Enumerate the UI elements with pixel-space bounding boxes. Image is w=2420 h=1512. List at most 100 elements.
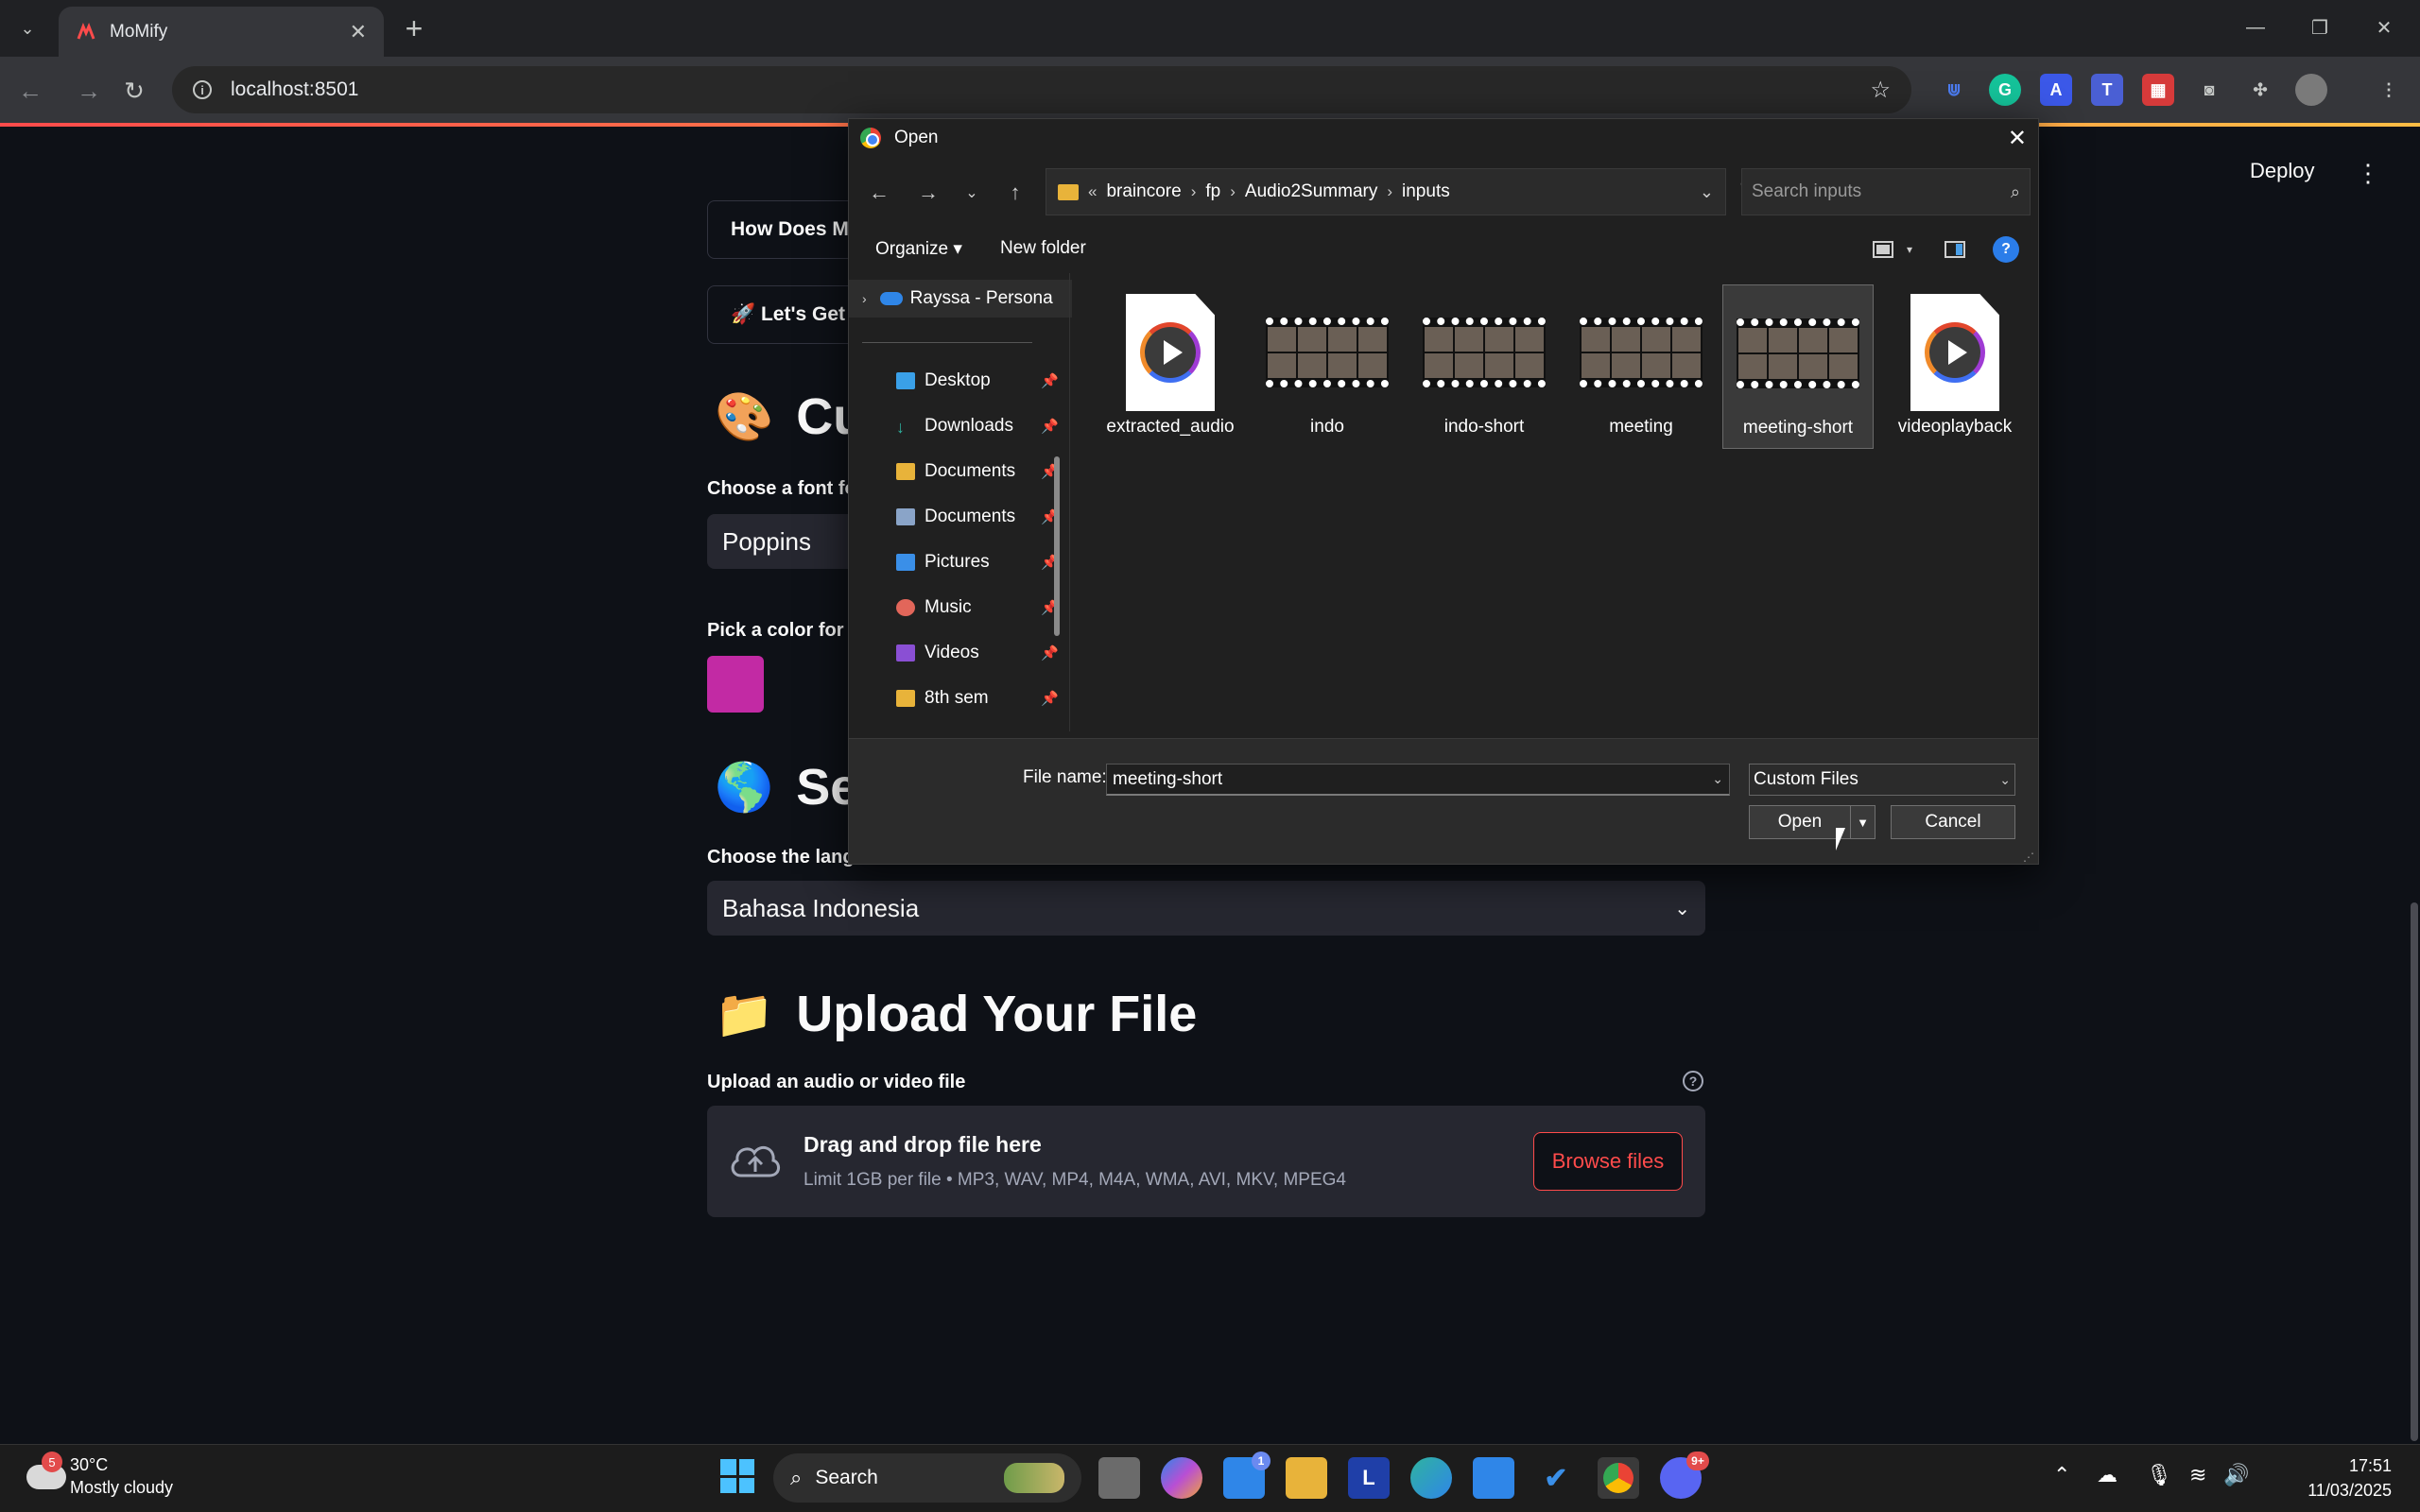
browser-menu-icon[interactable]: ⋮ [2373,74,2405,106]
dialog-address-bar[interactable]: « braincore › fp › Audio2Summary › input… [1046,168,1726,215]
pin-icon: 📌 [1041,645,1059,662]
new-tab-icon[interactable]: + [397,11,431,45]
restore-icon[interactable]: ❐ [2288,0,2352,55]
forward-icon[interactable]: → [70,72,108,110]
windows-start-icon[interactable] [720,1459,754,1493]
file-item[interactable]: meeting [1565,284,1717,449]
dialog-close-icon[interactable]: ✕ [2008,125,2027,152]
breadcrumb-item[interactable]: fp [1205,181,1220,202]
cancel-button[interactable]: Cancel [1891,805,2015,839]
site-info-icon[interactable]: i [193,80,212,99]
nav-item-documents[interactable]: Documents 📌 [851,451,1068,492]
breadcrumb-item[interactable]: braincore [1106,181,1181,202]
browser-tab[interactable]: MoMify ✕ [59,7,384,57]
nav-item-label: Documents [925,461,1016,481]
open-options-chevron-icon[interactable]: ▼ [1851,805,1876,839]
breadcrumb-item[interactable]: Audio2Summary [1245,181,1377,202]
video-thumbnail [1580,296,1703,409]
language-select[interactable]: Bahasa Indonesia ⌄ [707,881,1705,936]
tray-overflow-icon[interactable]: ⌃ [2053,1463,2070,1487]
nav-item-documents-2[interactable]: Documents 📌 [851,496,1068,538]
weather-widget[interactable]: 5 30°C Mostly cloudy [23,1452,212,1504]
todo-check-icon[interactable]: ✔ [1535,1457,1577,1499]
change-view-icon[interactable] [1870,236,1896,263]
page-scrollbar[interactable] [2411,902,2418,1441]
chevron-down-icon[interactable]: ⌄ [1712,771,1723,787]
close-window-icon[interactable]: ✕ [2352,0,2416,55]
file-item[interactable]: indo [1252,284,1403,449]
teams-extension-icon[interactable]: T [2091,74,2123,106]
help-icon[interactable]: ? [1683,1071,1703,1091]
minimize-icon[interactable]: — [2223,0,2288,55]
file-item[interactable]: indo-short [1409,284,1560,449]
nav-item-8th-sem[interactable]: 8th sem 📌 [851,678,1068,719]
volume-icon[interactable]: 🔊 [2223,1463,2249,1487]
drag-drop-text: Drag and drop file here [804,1132,1042,1157]
file-name-input[interactable]: meeting-short ⌄ [1106,764,1730,796]
extension-blue-icon[interactable]: ⋓ [1938,74,1970,106]
nav-item-label: 8th sem [925,688,989,708]
file-item[interactable]: videoplayback [1879,284,2031,449]
nav-scrollbar[interactable] [1054,456,1060,636]
reload-icon[interactable]: ↻ [115,72,153,110]
browse-files-button[interactable]: Browse files [1533,1132,1683,1191]
help-icon[interactable]: ? [1993,236,2019,263]
color-picker-swatch[interactable] [707,656,764,713]
microsoft-store-icon[interactable]: 1 [1223,1452,1270,1499]
microphone-icon[interactable]: 🎙 [2146,1463,2172,1487]
nav-item-videos[interactable]: Videos 📌 [851,632,1068,674]
resize-grip-icon[interactable]: ⋰ [2023,850,2034,864]
profile-avatar[interactable] [2295,74,2327,106]
store-bag-icon[interactable] [1473,1457,1514,1499]
extensions-puzzle-icon[interactable]: ✣ [2244,74,2276,106]
download-icon: ↓ [896,418,905,437]
address-bar[interactable]: i localhost:8501 ☆ [172,66,1911,113]
red-extension-icon[interactable]: ▦ [2142,74,2174,106]
edge-icon[interactable] [1410,1457,1452,1499]
overflow-crumb-icon[interactable]: « [1088,182,1097,201]
system-clock[interactable]: 17:51 11/03/2025 [2269,1453,2392,1503]
file-item-selected[interactable]: meeting-short [1722,284,1874,449]
tab-close-icon[interactable]: ✕ [350,20,367,44]
onedrive-tray-icon[interactable]: ☁ [2097,1463,2118,1487]
app-menu-icon[interactable]: ⋮ [2356,159,2380,188]
video-thumbnail [1423,296,1546,409]
wifi-icon[interactable]: ≋ [2189,1463,2206,1487]
nav-item-pictures[interactable]: Pictures 📌 [851,541,1068,583]
bookmark-star-icon[interactable]: ☆ [1870,77,1891,104]
camera-extension-icon[interactable]: ◙ [2193,74,2225,106]
nav-item-music[interactable]: Music 📌 [851,587,1068,628]
file-item[interactable]: extracted_audio [1095,284,1246,449]
dialog-search-input[interactable]: Search inputs ⌕ [1741,168,2031,215]
grammarly-icon[interactable]: G [1989,74,2021,106]
nav-item-downloads[interactable]: ↓ Downloads 📌 [851,405,1068,447]
upload-title: Upload Your File [796,986,1198,1042]
nav-item-desktop[interactable]: Desktop 📌 [851,360,1068,402]
taskbar-search[interactable]: ⌕ Search [773,1453,1081,1503]
up-folder-icon[interactable]: ↑ [996,174,1034,212]
breadcrumb-separator-icon: › [1387,182,1393,200]
breadcrumb-item[interactable]: inputs [1402,181,1450,202]
tab-search-chevron-icon[interactable]: ⌄ [9,11,45,45]
new-folder-button[interactable]: New folder [1000,238,1086,259]
task-view-icon[interactable] [1098,1457,1140,1499]
deploy-button[interactable]: Deploy [2250,159,2314,183]
file-name: indo [1310,417,1344,437]
recent-locations-icon[interactable]: ⌄ [953,174,991,212]
discord-icon[interactable]: 9+ [1660,1452,1709,1499]
translate-extension-icon[interactable]: A [2040,74,2072,106]
dialog-forward-icon[interactable]: → [909,174,947,212]
dialog-back-icon[interactable]: ← [860,174,898,212]
copilot-icon[interactable] [1161,1457,1202,1499]
nav-item-label: Documents [925,507,1016,526]
preview-pane-icon[interactable] [1942,236,1968,263]
back-icon[interactable]: ← [11,72,49,110]
file-explorer-icon[interactable] [1286,1457,1327,1499]
chrome-taskbar-icon[interactable] [1598,1457,1639,1499]
view-options-chevron-icon[interactable]: ▾ [1896,236,1923,263]
l-app-icon[interactable]: L [1348,1457,1390,1499]
organize-button[interactable]: Organize ▾ [875,238,962,260]
file-type-select[interactable]: Custom Files ⌄ [1749,764,2015,796]
search-icon: ⌕ [2010,181,2020,201]
address-history-chevron-icon[interactable]: ⌄ [1700,182,1714,202]
